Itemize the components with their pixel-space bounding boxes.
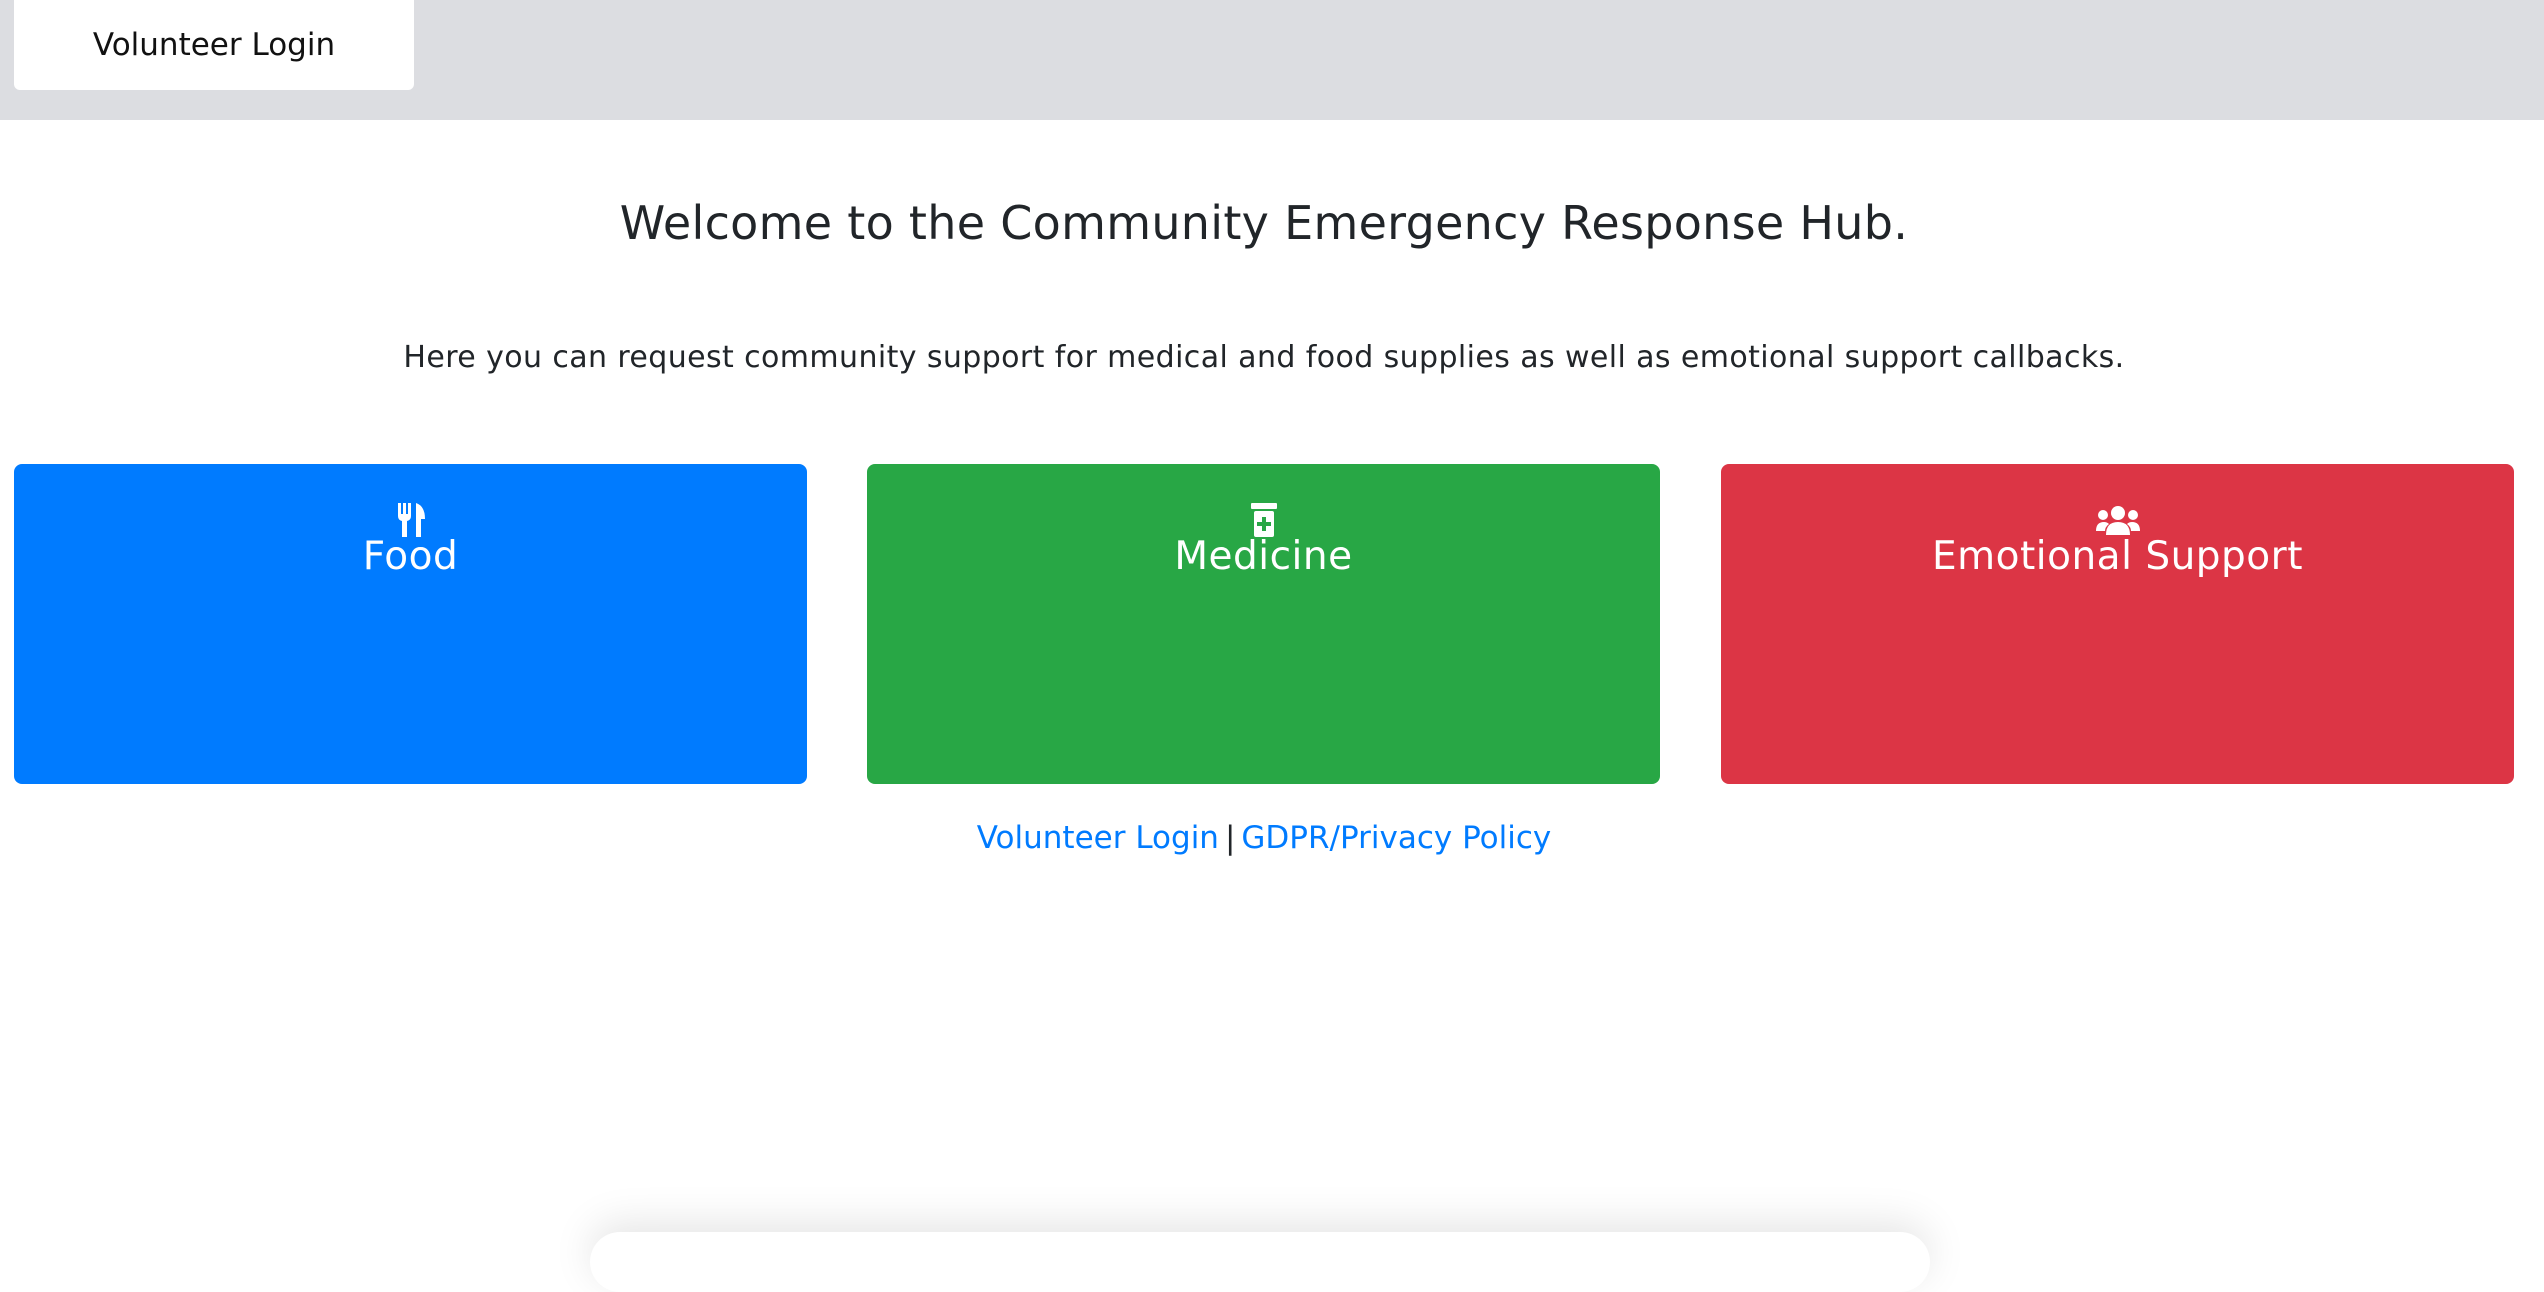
food-card[interactable]: Food [14,464,807,784]
medicine-card[interactable]: Medicine [867,464,1660,784]
emotional-support-card[interactable]: Emotional Support [1721,464,2514,784]
bottom-overlay-shadow [590,1232,1930,1292]
footer-volunteer-login-link[interactable]: Volunteer Login [977,820,1219,856]
top-bar: Volunteer Login [0,0,2544,120]
prescription-bottle-icon [1242,502,1286,538]
intro-text: Here you can request community support f… [403,340,2125,375]
page-title: Welcome to the Community Emergency Respo… [619,196,1909,250]
volunteer-login-button[interactable]: Volunteer Login [14,0,414,90]
medicine-card-label: Medicine [1174,534,1353,579]
food-card-label: Food [362,534,459,579]
footer-links: Volunteer Login | GDPR/Privacy Policy [0,820,2528,856]
privacy-policy-link[interactable]: GDPR/Privacy Policy [1241,820,1551,856]
users-icon [2095,502,2140,538]
footer-separator: | [1224,820,1236,856]
emotional-support-card-label: Emotional Support [1931,534,2303,579]
utensils-icon [389,502,433,538]
